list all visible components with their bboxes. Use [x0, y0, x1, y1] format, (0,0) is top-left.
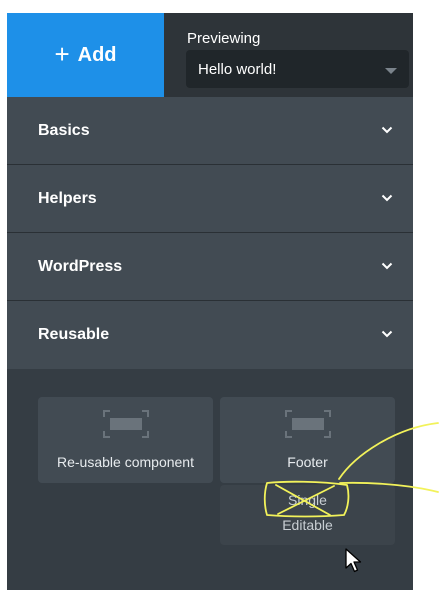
component-placeholder-icon: [102, 410, 149, 438]
panel-header: + Add Previewing Hello world!: [7, 13, 413, 97]
section-label: Basics: [38, 121, 90, 139]
add-button-label: Add: [77, 43, 117, 66]
section-label: Helpers: [38, 189, 97, 207]
component-label: Footer: [287, 454, 328, 470]
chevron-down-icon: [381, 262, 393, 270]
mouse-cursor-icon: [345, 548, 362, 573]
drag-preview-card: Single Editable: [220, 485, 395, 545]
add-button[interactable]: + Add: [7, 13, 164, 97]
section-basics[interactable]: Basics: [7, 97, 413, 165]
component-reusable[interactable]: Re-usable component: [38, 397, 213, 483]
section-label: WordPress: [38, 257, 123, 275]
section-label: Reusable: [38, 326, 110, 343]
preview-select-value: Hello world!: [198, 60, 277, 78]
chevron-down-icon: [381, 194, 393, 202]
section-reusable[interactable]: Reusable: [7, 301, 413, 369]
preview-select[interactable]: Hello world!: [186, 50, 409, 88]
component-footer[interactable]: Footer: [220, 397, 395, 483]
component-label: Re-usable component: [57, 454, 194, 470]
previewing-label: Previewing: [187, 30, 261, 47]
component-placeholder-icon: [284, 410, 331, 438]
caret-down-icon: [385, 68, 397, 74]
drag-preview-line2: Editable: [282, 517, 333, 533]
section-helpers[interactable]: Helpers: [7, 165, 413, 233]
section-wordpress[interactable]: WordPress: [7, 233, 413, 301]
chevron-down-icon: [381, 126, 393, 134]
plus-icon: +: [54, 39, 70, 69]
drag-preview-line1: Single: [288, 492, 327, 508]
chevron-down-icon: [381, 330, 393, 338]
elements-panel: + Add Previewing Hello world! Basics Hel…: [7, 13, 413, 590]
